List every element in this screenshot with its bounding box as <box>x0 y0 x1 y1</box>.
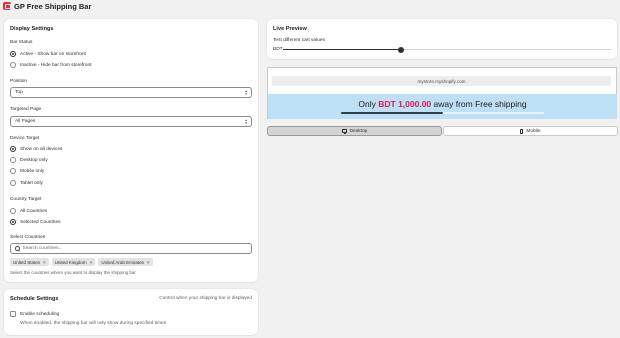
enable-scheduling-label: Enable scheduling <box>20 311 60 317</box>
live-preview-title: Live Preview <box>273 26 307 32</box>
device-desktop-radio[interactable]: Desktop only <box>10 157 48 163</box>
storefront-preview: mystore.myshopify.com Only BDT 1,000.00 … <box>267 67 617 119</box>
search-icon <box>15 246 20 251</box>
select-chevron-icon: ▴ ▾ <box>245 88 247 96</box>
checkbox-unchecked-icon <box>10 311 16 317</box>
radio-unselected-icon <box>10 168 16 174</box>
radio-unselected-icon <box>10 208 16 214</box>
display-settings-title: Display Settings <box>10 26 54 32</box>
remove-tag-icon[interactable]: × <box>90 260 93 265</box>
shipping-bar: Only BDT 1,000.00 away from Free shippin… <box>268 94 617 119</box>
schedule-settings-title: Schedule Settings <box>10 296 59 302</box>
bar-status-inactive-radio[interactable]: Inactive - Hide bar from storefront <box>10 62 91 68</box>
country-tag-label: United Arab Emirates <box>101 259 144 265</box>
bar-status-option-label: Active - Show bar on storefront <box>20 51 86 57</box>
app-header: GP Free Shipping Bar <box>3 1 91 11</box>
shipping-progress-fill <box>341 112 443 114</box>
device-option-label: Tablet only <box>20 180 43 186</box>
position-label: Position <box>10 79 28 84</box>
remove-tag-icon[interactable]: × <box>43 260 46 265</box>
country-selected-radio[interactable]: Selected Countries <box>10 219 61 225</box>
app-title: GP Free Shipping Bar <box>14 1 92 11</box>
country-search-field[interactable] <box>10 243 252 254</box>
country-search-input[interactable] <box>22 246 243 251</box>
schedule-settings-card: Schedule Settings Control when your ship… <box>4 289 258 335</box>
radio-selected-icon <box>10 146 16 152</box>
app-logo-icon <box>3 2 11 10</box>
device-option-label: Show on all devices <box>20 146 63 152</box>
schedule-help: When enabled, the shipping bar will only… <box>20 321 167 326</box>
country-option-label: Selected Countries <box>20 219 61 225</box>
device-all-radio[interactable]: Show on all devices <box>10 146 62 152</box>
device-target-label: Device Target <box>10 136 40 141</box>
select-countries-label: Select Countries <box>10 235 46 240</box>
targeted-page-value: All Pages <box>15 119 36 124</box>
radio-selected-icon <box>10 219 16 225</box>
slider-fill <box>283 49 402 50</box>
desktop-view-button[interactable]: Desktop <box>267 126 442 136</box>
country-tag: United Arab Emirates × <box>98 258 153 266</box>
country-tag-label: United Kingdom <box>54 259 87 265</box>
country-target-label: Country Target <box>10 197 42 202</box>
cart-value-slider[interactable] <box>283 46 611 53</box>
radio-unselected-icon <box>10 180 16 186</box>
bar-status-active-radio[interactable]: Active - Show bar on storefront <box>10 51 86 57</box>
preview-url: mystore.myshopify.com <box>417 78 466 84</box>
monitor-icon <box>341 129 347 134</box>
preview-url-bar: mystore.myshopify.com <box>272 76 611 86</box>
device-tablet-radio[interactable]: Tablet only <box>10 180 43 186</box>
shipping-message-prefix: Only <box>358 99 379 109</box>
shipping-message: Only BDT 1,000.00 away from Free shippin… <box>268 99 617 109</box>
device-option-label: Mobile only <box>20 168 45 174</box>
device-option-label: Desktop only <box>20 157 48 163</box>
device-mobile-radio[interactable]: Mobile only <box>10 168 44 174</box>
mobile-view-button[interactable]: Mobile <box>443 126 618 136</box>
country-tag: United States × <box>10 258 49 266</box>
live-preview-card: Live Preview Test different cart values … <box>267 19 617 59</box>
remove-tag-icon[interactable]: × <box>147 260 150 265</box>
country-tags: United States × United Kingdom × United … <box>10 258 153 266</box>
currency-label: BDT <box>273 47 283 52</box>
targeted-page-select[interactable]: All Pages ▴ ▾ <box>10 116 252 127</box>
position-value: Top <box>15 90 23 95</box>
radio-selected-icon <box>10 51 16 57</box>
enable-scheduling-checkbox[interactable]: Enable scheduling <box>10 311 59 317</box>
targeted-page-label: Targeted Page <box>10 107 42 112</box>
country-tag: United Kingdom × <box>51 258 96 266</box>
shipping-amount: BDT 1,000.00 <box>378 99 432 109</box>
shipping-message-suffix: away from Free shipping <box>431 99 527 109</box>
select-chevron-icon: ▴ ▾ <box>245 117 247 125</box>
desktop-label: Desktop <box>349 128 368 134</box>
display-settings-card: Display Settings Bar Status Active - Sho… <box>4 19 258 282</box>
phone-icon <box>520 128 524 134</box>
radio-unselected-icon <box>10 157 16 163</box>
bar-status-option-label: Inactive - Hide bar from storefront <box>20 62 92 68</box>
schedule-subtitle: Control when your shipping bar is displa… <box>159 296 252 301</box>
position-select[interactable]: Top ▴ ▾ <box>10 87 252 98</box>
country-option-label: All Countries <box>20 208 48 214</box>
radio-unselected-icon <box>10 62 16 68</box>
select-countries-help: Select the countries where you want to d… <box>10 270 136 275</box>
test-cart-label: Test different cart values <box>273 38 325 43</box>
bar-status-label: Bar Status <box>10 40 33 45</box>
country-all-radio[interactable]: All Countries <box>10 208 47 214</box>
country-tag-label: United States <box>13 259 41 265</box>
mobile-label: Mobile <box>526 128 541 134</box>
shipping-progress-track <box>341 112 544 114</box>
slider-thumb[interactable] <box>398 46 405 53</box>
